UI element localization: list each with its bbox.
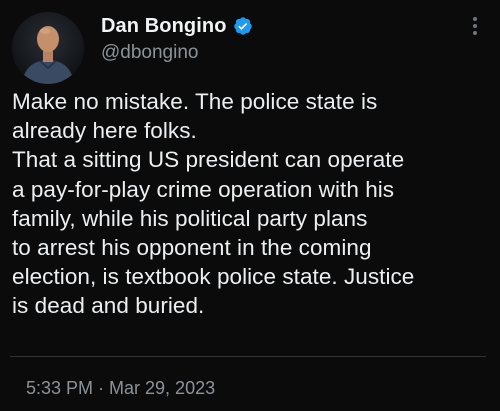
tweet-text-line: to arrest his opponent in the coming xyxy=(12,235,372,261)
display-name-row: Dan Bongino xyxy=(101,12,253,40)
divider xyxy=(10,356,486,357)
tweet-text-line: election, is textbook police state. Just… xyxy=(12,264,415,290)
timestamp[interactable]: 5:33 PM · Mar 29, 2023 xyxy=(26,378,215,399)
tweet-card: Dan Bongino @dbongino Make no mistake. T… xyxy=(0,0,500,411)
tweet-text: Make no mistake. The police state is alr… xyxy=(12,87,492,321)
more-options-icon[interactable] xyxy=(464,15,486,37)
verified-badge-icon xyxy=(233,16,253,36)
display-name[interactable]: Dan Bongino xyxy=(101,15,227,38)
avatar-image xyxy=(12,12,84,84)
tweet-text-line: Make no mistake. The police state is xyxy=(12,89,378,114)
tweet-text-line: family, while his political party plans xyxy=(12,205,368,231)
tweet-text-line: already here folks. xyxy=(12,118,197,144)
tweet-text-line: That a sitting US president can operate xyxy=(12,147,405,173)
tweet-text-line: a pay-for-play crime operation with his xyxy=(12,176,395,202)
handle[interactable]: @dbongino xyxy=(101,42,253,64)
tweet-header: Dan Bongino @dbongino xyxy=(12,9,486,84)
avatar[interactable] xyxy=(12,12,84,84)
author-info: Dan Bongino @dbongino xyxy=(101,12,253,64)
tweet-text-line: is dead and buried. xyxy=(12,293,205,319)
